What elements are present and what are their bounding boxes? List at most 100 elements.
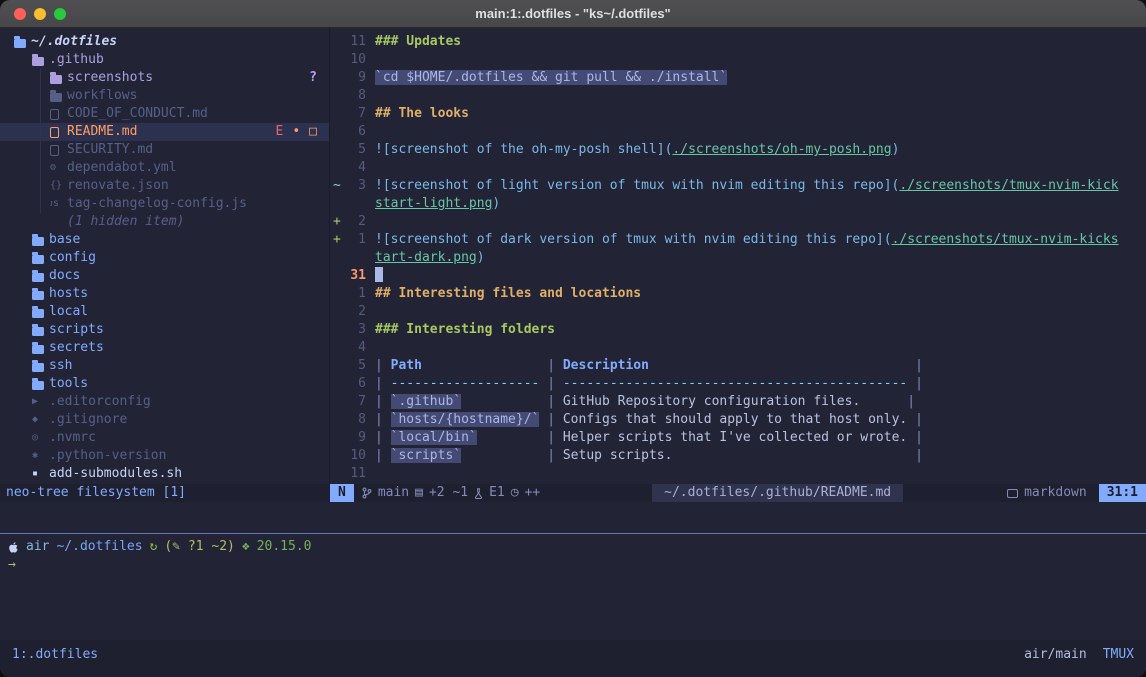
tree-item-label: scripts — [49, 321, 104, 339]
tree-item-label: tag-changelog-config.js — [67, 195, 247, 213]
tree-item-code-of-conduct-md[interactable]: CODE_OF_CONDUCT.md — [0, 105, 329, 123]
tree-item-scripts[interactable]: scripts — [0, 321, 329, 339]
editor-line[interactable]: 3### Interesting folders — [330, 321, 1146, 339]
tree-item-label: secrets — [49, 339, 104, 357]
tree-item-add-submodules-sh[interactable]: ▪add-submodules.sh — [0, 465, 329, 483]
editor-line[interactable]: 6| ------------------- | ---------------… — [330, 375, 1146, 393]
prompt-cwd: ~/.dotfiles — [56, 538, 142, 556]
tree-item-local[interactable]: local — [0, 303, 329, 321]
tree-item-screenshots[interactable]: screenshots? — [0, 69, 329, 87]
line-number: 4 — [346, 159, 366, 177]
tree-item-renovate-json[interactable]: {}renovate.json — [0, 177, 329, 195]
tree-item-ssh[interactable]: ssh — [0, 357, 329, 375]
git-sync-icon: ↻ — [150, 538, 158, 556]
tree-item-label: CODE_OF_CONDUCT.md — [67, 105, 208, 123]
tree-item-config[interactable]: config — [0, 249, 329, 267]
editor-cursor — [375, 267, 383, 282]
apple-icon — [8, 541, 19, 554]
line-number: 8 — [346, 411, 366, 429]
editor-line[interactable]: 7| `.github` | GitHub Repository configu… — [330, 393, 1146, 411]
editor-line[interactable]: 9`cd $HOME/.dotfiles && git pull && ./in… — [330, 69, 1146, 87]
line-number — [346, 249, 366, 267]
tree-item-base[interactable]: base — [0, 231, 329, 249]
editor-line[interactable]: 8| `hosts/{hostname}/` | Configs that sh… — [330, 411, 1146, 429]
line-text: | `local/bin` | Helper scripts that I've… — [366, 429, 923, 447]
buffer-icon: ▤ — [415, 484, 423, 502]
diagnostics-count: E1 — [489, 484, 505, 502]
tree-item-python-version[interactable]: ✱.python-version — [0, 447, 329, 465]
editor-line[interactable]: 7## The looks — [330, 105, 1146, 123]
line-text: | Path | Description | — [366, 357, 923, 375]
line-number: 11 — [346, 33, 366, 51]
editor-line[interactable]: 10| `scripts` | Setup scripts. | — [330, 447, 1146, 465]
editor-line[interactable]: 5| Path | Description | — [330, 357, 1146, 375]
editor-line[interactable]: 4 — [330, 159, 1146, 177]
editor-line[interactable]: 10 — [330, 51, 1146, 69]
editor-line[interactable]: ~3![screenshot of light version of tmux … — [330, 177, 1146, 195]
gutter-sign — [330, 249, 346, 267]
editor-line[interactable]: 1## Interesting files and locations — [330, 285, 1146, 303]
editor-line[interactable]: 5![screenshot of the oh-my-posh shell](.… — [330, 141, 1146, 159]
shell-pane[interactable]: air ~/.dotfiles ↻ (✎ ?1 ~2) ❖ 20.15.0 → — [0, 534, 1146, 640]
line-text — [366, 123, 375, 141]
folder-open-icon — [14, 37, 31, 48]
line-number: 6 — [346, 375, 366, 393]
tree-item-nvmrc[interactable]: ◎.nvmrc — [0, 429, 329, 447]
status-marker: □ — [309, 123, 317, 141]
tree-item-label: .python-version — [49, 447, 166, 465]
tree-item-secrets[interactable]: secrets — [0, 339, 329, 357]
line-text — [366, 159, 375, 177]
node-icon: ❖ — [242, 538, 250, 556]
gutter-sign — [330, 429, 346, 447]
tree-item-workflows[interactable]: workflows — [0, 87, 329, 105]
editor-line[interactable]: +2 — [330, 213, 1146, 231]
tree-item-markers: E•□ — [276, 123, 329, 141]
tree-item-docs[interactable]: docs — [0, 267, 329, 285]
editor-line[interactable]: 11### Updates — [330, 33, 1146, 51]
editor-line[interactable]: tart-dark.png) — [330, 249, 1146, 267]
tree-item-1-hidden-item[interactable]: (1 hidden item) — [0, 213, 329, 231]
clock-icon: ◷ — [511, 484, 519, 502]
file-icon — [50, 145, 67, 156]
line-text: `cd $HOME/.dotfiles && git pull && ./ins… — [366, 69, 727, 87]
nvim-statusline: N main ▤ +2 ~1 E1 ◷ ++ ~/.dotfiles/.gith… — [330, 484, 1146, 502]
gutter-sign — [330, 159, 346, 177]
editor-line[interactable]: start-light.png) — [330, 195, 1146, 213]
editor-line[interactable]: 8 — [330, 87, 1146, 105]
editor-line[interactable]: +1![screenshot of dark version of tmux w… — [330, 231, 1146, 249]
gutter-sign: + — [330, 213, 346, 231]
editor-line[interactable]: 6 — [330, 123, 1146, 141]
line-number: 4 — [346, 339, 366, 357]
editor-pane[interactable]: 11### Updates109`cd $HOME/.dotfiles && g… — [330, 28, 1146, 484]
markdown-icon — [1007, 489, 1018, 498]
tree-item-tools[interactable]: tools — [0, 375, 329, 393]
tmux-window-name[interactable]: 1:.dotfiles — [12, 645, 98, 665]
filetype-label: markdown — [1024, 484, 1087, 502]
neo-tree-sidebar[interactable]: ~/.dotfiles.githubscreenshots?workflowsC… — [0, 28, 330, 484]
line-number: 8 — [346, 87, 366, 105]
git-diff-counts: +2 ~1 — [429, 484, 468, 502]
editor-line[interactable]: 2 — [330, 303, 1146, 321]
tree-item-gitignore[interactable]: ◆.gitignore — [0, 411, 329, 429]
editor-line[interactable]: 4 — [330, 339, 1146, 357]
tree-item-editorconfig[interactable]: ▶.editorconfig — [0, 393, 329, 411]
tree-item-label: README.md — [67, 123, 137, 141]
circle-icon: ◎ — [32, 429, 49, 447]
tree-item-security-md[interactable]: SECURITY.md — [0, 141, 329, 159]
gutter-sign — [330, 375, 346, 393]
line-text: tart-dark.png) — [366, 249, 485, 267]
editor-line[interactable]: 9| `local/bin` | Helper scripts that I'v… — [330, 429, 1146, 447]
editor-line[interactable]: 31 — [330, 267, 1146, 285]
tree-item-tag-changelog-config-js[interactable]: ᴊstag-changelog-config.js — [0, 195, 329, 213]
tree-item-dotfiles[interactable]: ~/.dotfiles — [0, 33, 329, 51]
gutter-sign — [330, 339, 346, 357]
nvim-cmdline — [0, 502, 1146, 520]
status-marker: E — [276, 123, 284, 141]
gutter-sign — [330, 321, 346, 339]
tree-item-dependabot-yml[interactable]: ⚙dependabot.yml — [0, 159, 329, 177]
tmux-session-name: air/main — [1024, 645, 1087, 665]
editor-line[interactable]: 11 — [330, 465, 1146, 483]
tree-item-hosts[interactable]: hosts — [0, 285, 329, 303]
tree-item-github[interactable]: .github — [0, 51, 329, 69]
tree-item-readme-md[interactable]: README.md E•□ — [0, 123, 329, 141]
